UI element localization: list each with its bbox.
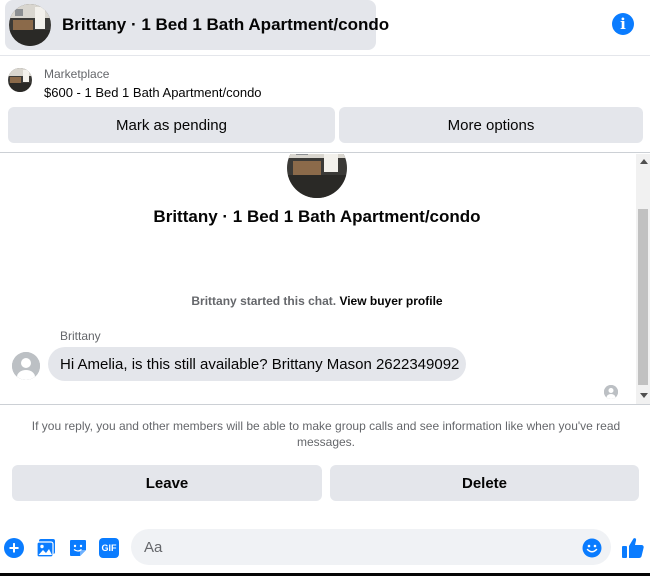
message-bubble[interactable]: Hi Amelia, is this still available? Brit… xyxy=(48,347,466,381)
emoji-icon[interactable] xyxy=(582,538,602,558)
info-icon[interactable]: i xyxy=(612,13,634,35)
gif-icon[interactable]: GIF xyxy=(99,538,119,558)
sticker-icon[interactable] xyxy=(68,538,88,558)
mark-as-pending-button[interactable]: Mark as pending xyxy=(8,107,335,143)
view-buyer-profile-link[interactable]: View buyer profile xyxy=(339,294,442,308)
marketplace-listing-panel: Marketplace $600 - 1 Bed 1 Bath Apartmen… xyxy=(0,57,650,153)
photo-icon[interactable] xyxy=(36,538,56,558)
thread-listing-avatar xyxy=(287,154,347,198)
chat-started-notice: Brittany started this chat. View buyer p… xyxy=(0,294,634,308)
leave-button[interactable]: Leave xyxy=(12,465,322,501)
scrollbar-thumb[interactable] xyxy=(638,209,648,385)
listing-photo-avatar xyxy=(9,4,51,46)
delete-button[interactable]: Delete xyxy=(330,465,639,501)
seen-indicator-avatar xyxy=(604,385,618,399)
scroll-up-arrow-icon[interactable] xyxy=(640,159,648,164)
conversation-title: Brittany · 1 Bed 1 Bath Apartment/condo xyxy=(62,15,390,34)
message-composer: + GIF xyxy=(0,526,650,570)
group-calls-notice: If you reply, you and other members will… xyxy=(31,419,621,449)
more-options-button[interactable]: More options xyxy=(339,107,643,143)
listing-thumbnail[interactable] xyxy=(8,68,32,92)
message-input[interactable] xyxy=(131,529,611,565)
sender-avatar[interactable] xyxy=(12,352,40,380)
like-icon[interactable] xyxy=(621,536,645,560)
listing-source-label: Marketplace xyxy=(44,67,110,81)
group-notice-panel: If you reply, you and other members will… xyxy=(0,404,650,514)
thread-title: Brittany · 1 Bed 1 Bath Apartment/condo xyxy=(153,207,481,226)
chat-started-text: Brittany started this chat. xyxy=(191,294,337,308)
plus-icon[interactable]: + xyxy=(4,538,24,558)
scroll-down-arrow-icon[interactable] xyxy=(640,393,648,398)
conversation-header: Brittany · 1 Bed 1 Bath Apartment/condo … xyxy=(0,0,650,56)
listing-title-link[interactable]: $600 - 1 Bed 1 Bath Apartment/condo xyxy=(44,85,262,100)
message-sender-name: Brittany xyxy=(60,329,101,343)
message-thread: Brittany · 1 Bed 1 Bath Apartment/condo … xyxy=(0,154,650,404)
conversation-title-button[interactable]: Brittany · 1 Bed 1 Bath Apartment/condo xyxy=(5,0,389,50)
